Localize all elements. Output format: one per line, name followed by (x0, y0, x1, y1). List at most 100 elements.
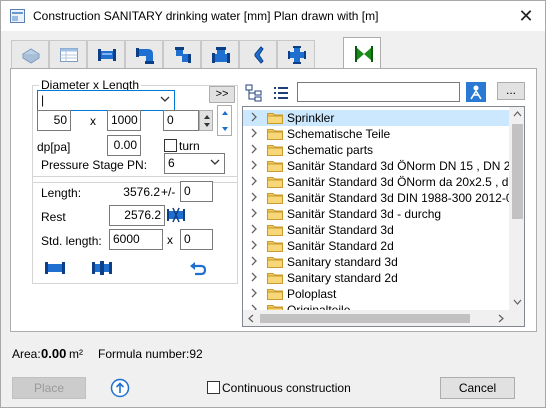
folder-icon (267, 289, 283, 300)
diameter-value: | (41, 93, 45, 107)
tree-item[interactable]: Sanitary standard 3d (243, 254, 509, 270)
valve-icon (355, 46, 373, 62)
turn-checkbox[interactable] (164, 139, 177, 152)
offset-pipe-icon (175, 47, 191, 63)
scroll-right-icon[interactable] (498, 314, 504, 323)
tab-tee-pipe[interactable] (201, 40, 239, 68)
tree-item[interactable]: Sanitär Standard 3d (243, 222, 509, 238)
tab-table[interactable] (49, 40, 87, 68)
count-spinner[interactable] (199, 110, 213, 131)
filter-button[interactable] (466, 82, 486, 102)
formula-number: Formula number:92 (98, 347, 203, 361)
tolerance-field[interactable]: 0 (180, 181, 213, 202)
order-spinner[interactable] (217, 105, 232, 136)
tree-item[interactable]: Sanitär Standard 3d ÖNorm da 20x2.5 , da… (243, 174, 524, 190)
app-icon (10, 9, 25, 23)
pressure-combo[interactable]: 6 (164, 153, 225, 174)
chevron-right-icon[interactable] (249, 176, 259, 186)
rest-field[interactable]: 2576.2 (109, 205, 165, 226)
chevron-right-icon[interactable] (249, 192, 259, 202)
tree-item[interactable]: Poloplast (243, 286, 509, 302)
close-icon[interactable]: ✕ (511, 5, 541, 27)
bend-pipe-icon (136, 48, 154, 64)
count-field[interactable]: 0 (163, 110, 199, 131)
dp-field[interactable]: 0.00 (107, 135, 141, 156)
list-view-button[interactable] (271, 83, 291, 103)
chevron-right-icon[interactable] (249, 272, 259, 282)
chevron-right-icon[interactable] (249, 144, 259, 154)
tab-straight-pipe[interactable] (87, 40, 125, 68)
insert-pipe-button[interactable] (44, 258, 66, 278)
more-button[interactable]: ... (497, 82, 525, 100)
tree-item-label: Sanitär Standard 3d (287, 223, 394, 237)
straight-pipe-icon (98, 49, 116, 61)
tree-item[interactable]: Sanitär Standard 3d - durchg (243, 206, 509, 222)
scroll-left-icon[interactable] (248, 314, 254, 323)
std-x-label: x (167, 233, 173, 247)
pressure-value: 6 (168, 156, 175, 170)
tree-item-label: Sanitär Standard 3d ÖNorm DN 15 , DN 20 (287, 159, 518, 173)
chevron-right-icon[interactable] (249, 224, 259, 234)
tab-bend-pipe[interactable] (125, 40, 163, 68)
scroll-down-icon[interactable] (513, 299, 522, 305)
person-filter-icon (470, 85, 482, 100)
chevron-right-icon[interactable] (249, 240, 259, 250)
continuous-label: Continuous construction (222, 381, 351, 395)
expand-button[interactable]: >> (209, 86, 235, 103)
insert-coupling-button[interactable] (91, 258, 113, 278)
undo-icon (190, 262, 207, 276)
chevron-right-icon[interactable] (249, 112, 259, 122)
folder-icon (267, 209, 283, 220)
catalog-tree[interactable]: Sprinkler Schematische Teile Schematic par… (242, 106, 525, 327)
tree-view-button[interactable] (244, 83, 264, 103)
chevron-right-icon[interactable] (249, 160, 259, 170)
diameter-field[interactable]: 50 (37, 110, 71, 131)
tree-item-label: Sanitär Standard 2d (287, 239, 394, 253)
length-field[interactable]: 1000 (107, 110, 141, 131)
horizontal-scrollbar[interactable] (243, 310, 509, 326)
window-title: Construction SANITARY drinking water [mm… (33, 9, 379, 23)
tree-item[interactable]: Sanitary standard 2d (243, 270, 509, 286)
tab-pipe-3d[interactable] (11, 40, 49, 68)
area-label: Area: (12, 347, 41, 361)
folder-icon (267, 113, 283, 124)
folder-icon (267, 129, 283, 140)
list-icon (274, 87, 288, 99)
tree-item[interactable]: Sanitär Standard 2d (243, 238, 509, 254)
std-count-field[interactable]: 0 (180, 229, 213, 250)
diameter-combo[interactable]: | (37, 90, 175, 111)
cross-fitting-icon (288, 46, 306, 64)
tab-reducer[interactable] (239, 40, 277, 68)
tree-item[interactable]: Sanitär Standard 3d DIN 1988-300 2012-05 (243, 190, 519, 206)
x-label: x (90, 114, 96, 128)
continuous-checkbox[interactable] (207, 381, 220, 394)
tree-item[interactable]: Sprinkler (243, 110, 509, 126)
chevron-right-icon[interactable] (249, 288, 259, 298)
tree-item[interactable]: Sanitär Standard 3d ÖNorm DN 15 , DN 20 (243, 158, 517, 174)
chevron-right-icon[interactable] (249, 208, 259, 218)
tab-offset-pipe[interactable] (163, 40, 201, 68)
std-length-field[interactable]: 6000 (109, 229, 163, 250)
vertical-scroll-thumb[interactable] (512, 124, 523, 219)
tree-item[interactable]: Schematic parts (243, 142, 509, 158)
undo-button[interactable] (187, 258, 209, 278)
folder-icon (267, 257, 283, 268)
vertical-scrollbar[interactable] (509, 107, 524, 310)
place-button[interactable]: Place (12, 377, 86, 399)
horizontal-scroll-thumb[interactable] (260, 314, 470, 323)
search-input[interactable] (297, 82, 460, 102)
reducer-icon (254, 46, 264, 64)
chevron-right-icon[interactable] (249, 128, 259, 138)
chevron-right-icon[interactable] (249, 256, 259, 266)
cancel-button[interactable]: Cancel (440, 377, 515, 399)
info-button[interactable] (110, 378, 130, 398)
rest-pipe-button[interactable] (166, 205, 186, 225)
tree-item-label: Sanitär Standard 3d - durchg (287, 207, 442, 221)
tree-item[interactable]: Schematische Teile (243, 126, 509, 142)
tree-item-label: Sanitär Standard 3d DIN 1988-300 2012-05 (287, 191, 520, 205)
scroll-up-icon[interactable] (513, 111, 522, 117)
tab-cross-fitting[interactable] (277, 40, 315, 68)
tab-valve[interactable] (343, 37, 381, 69)
straight-pipe-icon (45, 262, 65, 274)
tree-item-label: Schematische Teile (287, 127, 391, 141)
